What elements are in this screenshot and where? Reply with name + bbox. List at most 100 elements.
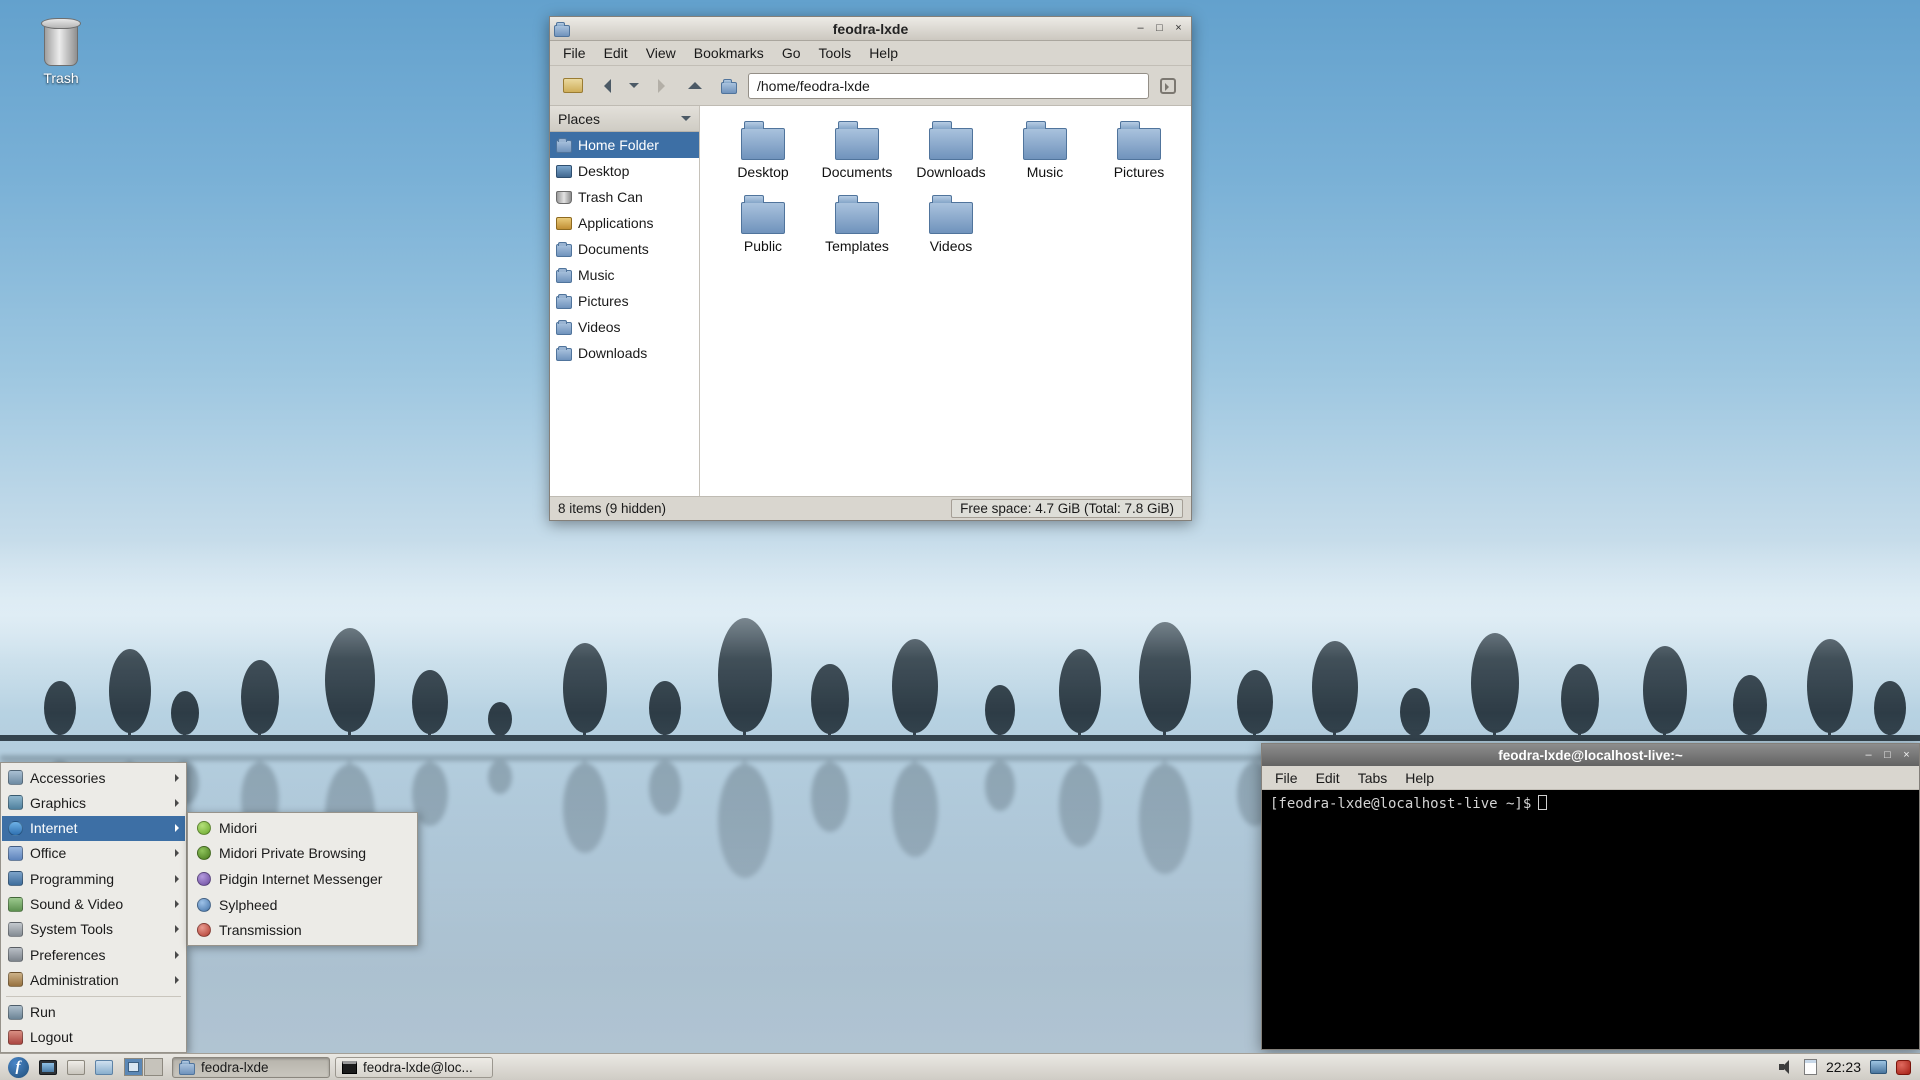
file-videos[interactable]: Videos	[904, 194, 998, 268]
terminal-icon	[342, 1060, 357, 1074]
menu-item-system-tools[interactable]: System Tools	[2, 917, 185, 942]
submenu-item-label: Midori Private Browsing	[219, 845, 367, 862]
sidebar-item-documents[interactable]: Documents	[550, 236, 699, 262]
fm-menu-tools[interactable]: Tools	[810, 42, 861, 64]
fm-menu-bookmarks[interactable]: Bookmarks	[685, 42, 773, 64]
path-entry[interactable]	[748, 72, 1149, 99]
fm-titlebar[interactable]: feodra-lxde – □ ×	[550, 17, 1191, 41]
terminal-output[interactable]: [feodra-lxde@localhost-live ~]$	[1262, 790, 1919, 1049]
back-arrow-icon	[603, 78, 611, 93]
fm-menu-edit[interactable]: Edit	[595, 42, 637, 64]
folder-icon	[929, 121, 973, 160]
file-pictures[interactable]: Pictures	[1092, 120, 1186, 194]
launcher-file-manager[interactable]	[64, 1057, 87, 1078]
new-tab-button[interactable]	[558, 71, 588, 101]
taskbar-task-file-manager[interactable]: feodra-lxde	[172, 1056, 330, 1078]
menu-item-preferences[interactable]: Preferences	[2, 942, 185, 967]
sidebar-item-applications[interactable]: Applications	[550, 210, 699, 236]
run-icon	[8, 1004, 23, 1020]
clipboard-manager-icon[interactable]	[1803, 1059, 1817, 1075]
forward-button[interactable]	[646, 71, 676, 101]
sidebar-item-music[interactable]: Music	[550, 262, 699, 288]
display-settings-icon[interactable]	[1870, 1060, 1887, 1074]
menu-item-graphics[interactable]: Graphics	[2, 790, 185, 815]
back-button[interactable]	[592, 71, 622, 101]
menu-item-accessories[interactable]: Accessories	[2, 765, 185, 790]
sidebar-item-home-folder[interactable]: Home Folder	[550, 132, 699, 158]
submenu-arrow-icon	[175, 798, 179, 807]
terminal-menu-tabs[interactable]: Tabs	[1349, 767, 1397, 789]
submenu-item-transmission[interactable]: Transmission	[189, 917, 416, 943]
places-selector[interactable]: Places	[550, 106, 699, 132]
fm-file-grid: Desktop Documents Downloads Music Pictur…	[700, 106, 1191, 496]
home-folder-icon	[556, 138, 572, 153]
sidebar-item-label: Desktop	[578, 163, 630, 179]
submenu-arrow-icon	[175, 950, 179, 959]
sidebar-item-downloads[interactable]: Downloads	[550, 340, 699, 366]
file-public[interactable]: Public	[716, 194, 810, 268]
file-documents[interactable]: Documents	[810, 120, 904, 194]
file-desktop[interactable]: Desktop	[716, 120, 810, 194]
internet-globe-icon	[8, 820, 23, 836]
launcher-minimize-all[interactable]	[92, 1057, 115, 1078]
submenu-item-pidgin[interactable]: Pidgin Internet Messenger	[189, 866, 416, 892]
submenu-item-sylpheed[interactable]: Sylpheed	[189, 892, 416, 918]
launcher-desktop-settings[interactable]	[36, 1057, 59, 1078]
history-dropdown-button[interactable]	[626, 71, 642, 101]
system-tray: 22:23	[1778, 1059, 1915, 1075]
terminal-menu-help[interactable]: Help	[1396, 767, 1443, 789]
file-music[interactable]: Music	[998, 120, 1092, 194]
terminal-minimize-button[interactable]: –	[1860, 748, 1877, 763]
fm-window-title: feodra-lxde	[832, 20, 909, 37]
task-label: feodra-lxde	[201, 1059, 269, 1075]
menu-item-office[interactable]: Office	[2, 841, 185, 866]
home-button[interactable]	[714, 71, 744, 101]
status-free-space: Free space: 4.7 GiB (Total: 7.8 GiB)	[951, 499, 1183, 518]
windows-icon	[94, 1059, 113, 1075]
menu-item-internet[interactable]: Internet	[2, 815, 185, 841]
fm-minimize-button[interactable]: –	[1132, 21, 1149, 36]
preferences-icon	[8, 947, 23, 963]
fm-maximize-button[interactable]: □	[1151, 21, 1168, 36]
pager-desktop-2[interactable]	[144, 1058, 163, 1076]
start-menu-button[interactable]: f	[5, 1056, 31, 1079]
terminal-close-button[interactable]: ×	[1898, 748, 1915, 763]
menu-item-label: Run	[30, 1004, 56, 1021]
fm-menu-view[interactable]: View	[637, 42, 685, 64]
menu-item-run[interactable]: Run	[2, 1000, 185, 1025]
fm-menu-file[interactable]: File	[554, 42, 595, 64]
sidebar-item-trash-can[interactable]: Trash Can	[550, 184, 699, 210]
fm-menu-go[interactable]: Go	[773, 42, 810, 64]
terminal-menu-edit[interactable]: Edit	[1307, 767, 1349, 789]
menu-item-administration[interactable]: Administration	[2, 967, 185, 992]
file-templates[interactable]: Templates	[810, 194, 904, 268]
jump-to-button[interactable]	[1153, 71, 1183, 101]
submenu-item-midori[interactable]: Midori	[189, 815, 416, 841]
fm-close-button[interactable]: ×	[1170, 21, 1187, 36]
sidebar-item-pictures[interactable]: Pictures	[550, 288, 699, 314]
menu-item-programming[interactable]: Programming	[2, 866, 185, 891]
folder-icon	[835, 195, 879, 234]
file-downloads[interactable]: Downloads	[904, 120, 998, 194]
terminal-titlebar[interactable]: feodra-lxde@localhost-live:~ – □ ×	[1262, 744, 1919, 766]
sidebar-item-videos[interactable]: Videos	[550, 314, 699, 340]
alert-notification-icon[interactable]	[1896, 1059, 1911, 1075]
volume-icon[interactable]	[1778, 1060, 1795, 1074]
pager-desktop-1[interactable]	[124, 1058, 143, 1076]
forward-arrow-icon	[657, 78, 665, 93]
pidgin-icon	[197, 871, 211, 886]
clock[interactable]: 22:23	[1826, 1059, 1861, 1075]
menu-item-logout[interactable]: Logout	[2, 1025, 185, 1050]
trash-desktop-icon[interactable]: Trash	[28, 16, 94, 86]
sidebar-item-desktop[interactable]: Desktop	[550, 158, 699, 184]
terminal-menu-file[interactable]: File	[1266, 767, 1307, 789]
new-tab-icon	[563, 78, 583, 93]
menu-item-sound-video[interactable]: Sound & Video	[2, 891, 185, 916]
up-button[interactable]	[680, 71, 710, 101]
submenu-item-label: Midori	[219, 819, 258, 836]
fm-menu-help[interactable]: Help	[860, 42, 907, 64]
taskbar-task-terminal[interactable]: feodra-lxde@loc...	[335, 1056, 493, 1078]
submenu-item-midori-private[interactable]: Midori Private Browsing	[189, 841, 416, 867]
terminal-cursor	[1538, 795, 1548, 810]
terminal-maximize-button[interactable]: □	[1879, 748, 1896, 763]
